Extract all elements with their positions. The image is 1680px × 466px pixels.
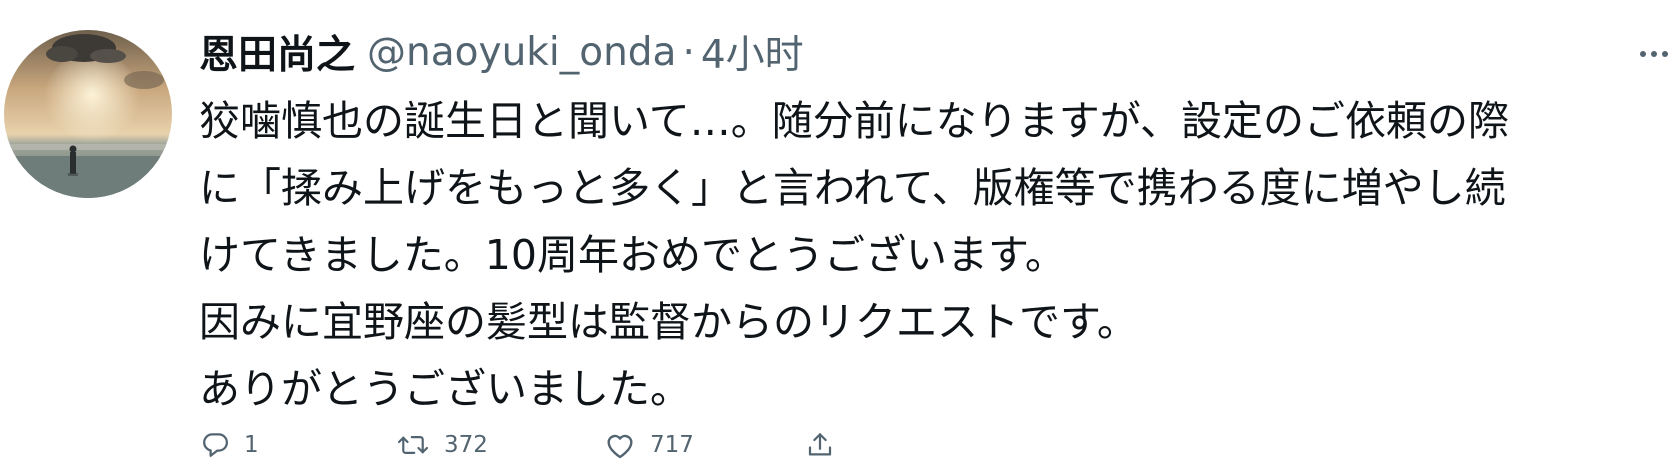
share-icon xyxy=(805,429,835,461)
separator-dot: · xyxy=(682,29,695,75)
tweet-text: 狡噛慎也の誕生日と聞いて…。随分前になりますが、設定のご依頼の際 に「揉み上げを… xyxy=(199,88,1674,423)
timestamp[interactable]: 4小时 xyxy=(701,24,804,80)
avatar[interactable] xyxy=(4,30,172,198)
tweet-text-line: に「揉み上げをもっと多く」と言われて、版権等で携わる度に増やし続 xyxy=(199,164,1506,212)
like-button[interactable]: 717 xyxy=(604,424,694,466)
share-button[interactable] xyxy=(805,424,835,466)
display-name[interactable]: 恩田尚之 xyxy=(199,24,355,80)
like-count: 717 xyxy=(650,432,694,458)
retweet-count: 372 xyxy=(444,432,488,458)
tweet-text-line: けてきました。10周年おめでとうございます。 xyxy=(199,231,1066,279)
reply-icon xyxy=(200,430,230,460)
reply-button[interactable]: 1 xyxy=(200,424,259,466)
avatar-image xyxy=(4,30,172,198)
retweet-icon xyxy=(396,430,430,460)
tweet-text-line: 狡噛慎也の誕生日と聞いて…。随分前になりますが、設定のご依頼の際 xyxy=(199,97,1509,145)
tweet-text-line: ありがとうございました。 xyxy=(199,365,691,413)
tweet: 恩田尚之 @naoyuki_onda · 4小时 狡噛慎也の誕生日と聞いて…。随… xyxy=(0,0,1680,465)
heart-icon xyxy=(604,430,636,460)
reply-count: 1 xyxy=(244,432,259,458)
retweet-button[interactable]: 372 xyxy=(396,424,488,466)
tweet-text-line: 因みに宜野座の髪型は監督からのリクエストです。 xyxy=(199,298,1138,346)
tweet-header: 恩田尚之 @naoyuki_onda · 4小时 xyxy=(199,22,804,82)
more-options-icon[interactable] xyxy=(1634,44,1674,64)
user-handle[interactable]: @naoyuki_onda xyxy=(367,30,676,75)
